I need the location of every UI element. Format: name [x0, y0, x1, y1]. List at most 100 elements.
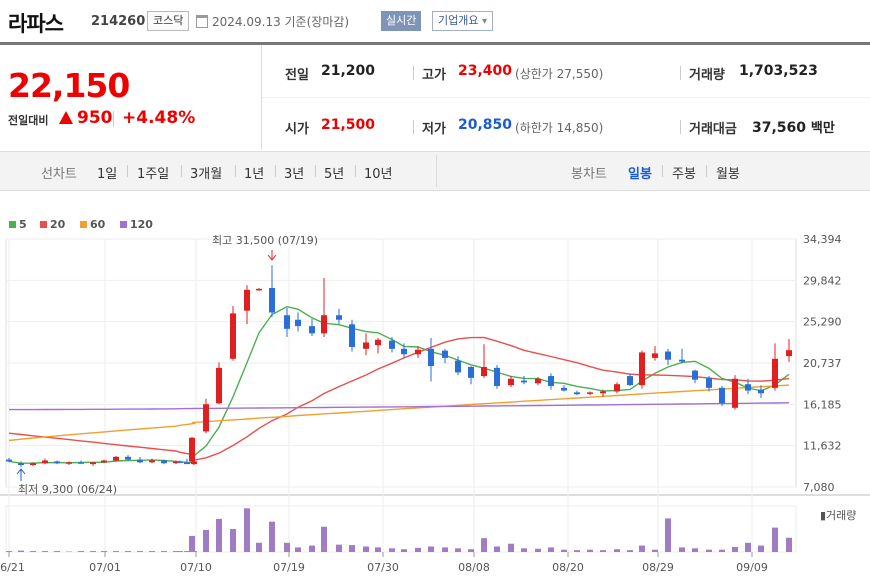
- volume-bar: [30, 551, 36, 552]
- volume-bar: [177, 551, 183, 552]
- amount-unit: 백만: [810, 121, 835, 136]
- realtime-button[interactable]: 실시간: [381, 11, 422, 31]
- y-tick-label: 20,737: [803, 357, 842, 370]
- volume-bar: [18, 550, 24, 552]
- volume-bar: [389, 548, 395, 552]
- period-3y[interactable]: 3년: [284, 163, 304, 182]
- ma60-legend-swatch: [80, 221, 87, 228]
- y-tick-label: 34,394: [803, 233, 842, 246]
- candle-body: [574, 392, 580, 395]
- period-separator: [181, 165, 182, 177]
- candle-weekly[interactable]: 주봉: [672, 163, 696, 182]
- ma20-line: [8, 336, 790, 462]
- candle-monthly[interactable]: 월봉: [716, 163, 740, 182]
- period-separator: [235, 165, 236, 177]
- candle-daily[interactable]: 일봉: [628, 163, 652, 182]
- period-5y[interactable]: 5년: [324, 163, 344, 182]
- open-label: 시가: [285, 122, 309, 137]
- candle-body: [42, 460, 48, 464]
- y-tick-label: 7,080: [803, 481, 835, 494]
- stock-name: 라파스: [8, 12, 64, 36]
- volume-bar: [269, 521, 275, 552]
- volume-bar: [508, 543, 514, 552]
- candle-body: [101, 460, 107, 463]
- volume-bar: [256, 542, 262, 552]
- candle-body: [18, 463, 24, 466]
- volume-bar: [90, 551, 96, 552]
- candle-body: [428, 348, 434, 367]
- volume-bar: [481, 538, 487, 552]
- stat-separator: [680, 66, 681, 80]
- market-badge: 코스닥: [147, 11, 190, 31]
- candle-body: [349, 324, 355, 347]
- volume-bar: [309, 545, 315, 552]
- stock-code: 214260: [91, 14, 146, 29]
- candle-body: [600, 391, 606, 394]
- candle-body: [442, 350, 448, 358]
- candle-body: [455, 360, 461, 373]
- chart-grid: [0, 238, 870, 557]
- candle-body: [78, 462, 84, 464]
- volume-bar: [587, 549, 593, 552]
- candle-body: [30, 463, 36, 466]
- period-separator: [275, 165, 276, 177]
- candle-body: [481, 366, 487, 377]
- y-tick-label: 29,842: [803, 274, 842, 287]
- candle-body: [137, 459, 143, 463]
- min-annotation: 최저 9,300 (06/24): [18, 483, 117, 496]
- volume-bar: [468, 549, 474, 552]
- candle-body: [508, 378, 514, 386]
- candle-body: [494, 367, 500, 387]
- change-value: 950: [77, 108, 113, 128]
- volume-bar: [230, 529, 236, 552]
- candle-body: [177, 461, 183, 463]
- x-tick-label: 07/19: [273, 561, 305, 574]
- prev-close-value: 21,200: [321, 63, 376, 79]
- candle-body: [295, 319, 301, 327]
- x-tick-label: 06/21: [0, 561, 25, 574]
- candle-body: [161, 460, 167, 464]
- candle-body: [548, 376, 554, 387]
- volume-bar: [401, 549, 407, 552]
- candle-body: [665, 351, 671, 360]
- x-tick-label: 08/29: [642, 561, 674, 574]
- up-triangle-icon: [59, 111, 73, 124]
- price-chart[interactable]: 34,394 29,842 25,290 20,737 16,185 11,632 7,08…: [0, 228, 870, 584]
- candle-body: [363, 342, 369, 349]
- candle-chart-label: 봉차트: [571, 167, 607, 182]
- candle-body: [719, 387, 725, 404]
- open-value: 21,500: [321, 117, 376, 133]
- candle-body: [627, 376, 633, 386]
- candle-body: [692, 370, 698, 380]
- volume-bar: [692, 548, 698, 552]
- max-arrow: [267, 250, 277, 261]
- volume-bar: [614, 549, 620, 552]
- period-3m[interactable]: 3개월: [190, 163, 222, 182]
- period-1w[interactable]: 1주일: [137, 163, 169, 182]
- volume-bar: [719, 549, 725, 552]
- volume-bar: [627, 550, 633, 552]
- min-arrow: [16, 468, 26, 481]
- upper-limit-value: 27,550: [556, 67, 599, 81]
- candle-body: [535, 378, 541, 384]
- company-overview-button[interactable]: 기업개요 ▾: [432, 11, 494, 31]
- volume-bar: [295, 547, 301, 552]
- volume-bar: [535, 548, 541, 552]
- volume-bar: [363, 546, 369, 552]
- volume-value: 1,703,523: [739, 63, 818, 79]
- volume-bar: [415, 547, 421, 552]
- x-tick-label: 07/10: [180, 561, 212, 574]
- candle-body: [745, 384, 751, 391]
- volume-bar: [125, 551, 131, 552]
- period-1y[interactable]: 1년: [244, 163, 264, 182]
- moving-averages: [8, 305, 790, 464]
- chevron-down-icon: ▾: [481, 16, 488, 27]
- period-separator: [662, 165, 663, 177]
- x-tick-label: 07/01: [89, 561, 121, 574]
- period-1d[interactable]: 1일: [97, 163, 117, 182]
- candle-body: [415, 349, 421, 355]
- volume-bar: [758, 545, 764, 552]
- candle-body: [216, 367, 222, 404]
- calendar-icon: [196, 15, 208, 28]
- period-10y[interactable]: 10년: [364, 163, 393, 182]
